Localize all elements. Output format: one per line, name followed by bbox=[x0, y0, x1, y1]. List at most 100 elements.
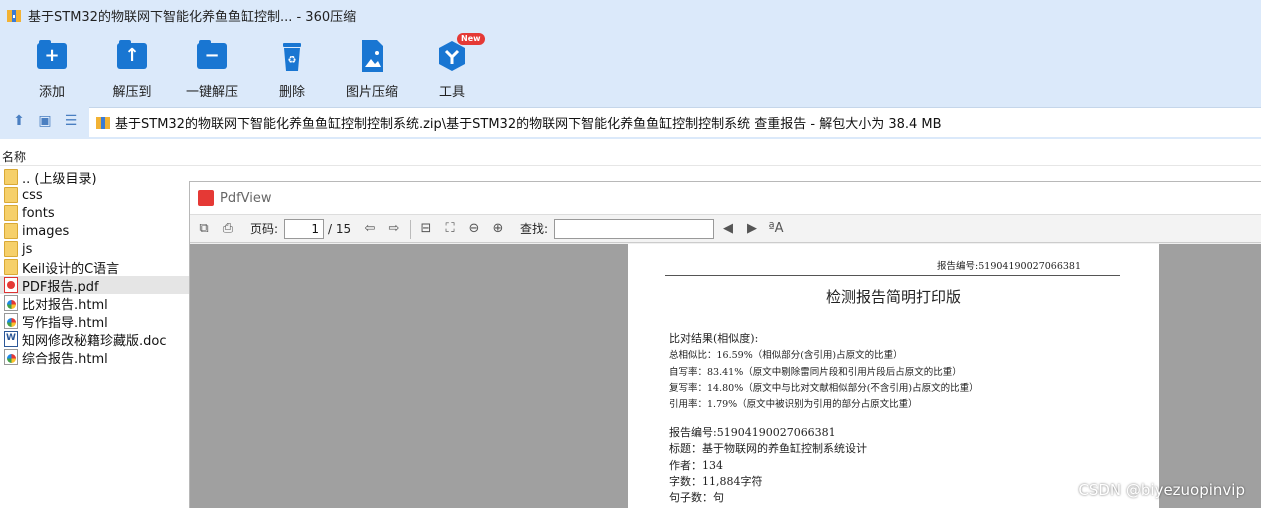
file-name: 比对报告.html bbox=[22, 297, 108, 313]
title-bar: 基于STM32的物联网下智能化养鱼鱼缸控制... - 360压缩 bbox=[0, 0, 1261, 31]
list-item-keil[interactable]: Keil设计的C语言 bbox=[0, 258, 190, 277]
pdf-document-area[interactable]: 报告编号:51904190027066381 检测报告简明打印版 比对结果(相似… bbox=[190, 244, 1261, 508]
file-name: 知网修改秘籍珍藏版.doc bbox=[22, 333, 167, 349]
fit-width-icon[interactable]: ⊟ bbox=[418, 221, 434, 237]
file-name: Keil设计的C语言 bbox=[22, 261, 120, 277]
toolbar-divider bbox=[410, 220, 411, 239]
zoom-out-icon[interactable]: ⊖ bbox=[466, 221, 482, 237]
file-name: js bbox=[22, 241, 33, 257]
total-pages: / 15 bbox=[328, 222, 352, 236]
one-click-extract-label: 一键解压 bbox=[185, 85, 238, 100]
html-file-icon bbox=[4, 349, 18, 365]
document-title: 检测报告简明打印版 bbox=[825, 288, 961, 306]
name-column-label: 名称 bbox=[2, 150, 27, 164]
folder-icon bbox=[4, 205, 18, 221]
file-name: PDF报告.pdf bbox=[22, 279, 99, 295]
header-divider bbox=[665, 275, 1120, 276]
file-name: 写作指导.html bbox=[22, 315, 108, 331]
doc-line: 报告编号:51904190027066381 bbox=[669, 426, 836, 439]
doc-line: 标题：基于物联网的养鱼缸控制系统设计 bbox=[669, 442, 867, 455]
print-icon[interactable]: ⎙ bbox=[220, 221, 236, 237]
window-title: 基于STM32的物联网下智能化养鱼鱼缸控制... - 360压缩 bbox=[28, 10, 357, 25]
zip-file-icon bbox=[95, 115, 111, 131]
find-label: 查找: bbox=[520, 222, 549, 236]
next-page-icon[interactable]: ⇨ bbox=[386, 221, 402, 237]
address-path: 基于STM32的物联网下智能化养鱼鱼缸控制控制系统.zip\基于STM32的物联… bbox=[115, 117, 942, 132]
list-item-compare-report[interactable]: 比对报告.html bbox=[0, 294, 190, 313]
list-item-doc[interactable]: 知网修改秘籍珍藏版.doc bbox=[0, 330, 190, 349]
tools-button[interactable]: New 工具 bbox=[412, 33, 492, 100]
list-item-parent[interactable]: .. (上级目录) bbox=[0, 168, 190, 187]
folder-icon bbox=[4, 169, 18, 185]
address-bar[interactable]: 基于STM32的物联网下智能化养鱼鱼缸控制控制系统.zip\基于STM32的物联… bbox=[89, 107, 1261, 137]
zip-app-icon bbox=[6, 8, 22, 24]
one-click-extract-icon: − bbox=[195, 39, 229, 73]
main-toolbar: + 添加 ↑ 解压到 − 一键解压 ♻ 删除 图片压缩 New 工具 bbox=[0, 31, 1261, 103]
file-name: 综合报告.html bbox=[22, 351, 108, 367]
list-item-css[interactable]: css bbox=[0, 186, 190, 204]
pdf-viewer-title-bar: PdfView bbox=[190, 182, 1261, 214]
file-name: fonts bbox=[22, 205, 55, 221]
image-compress-button[interactable]: 图片压缩 bbox=[332, 39, 412, 100]
tools-label: 工具 bbox=[438, 85, 465, 100]
list-item-summary-report[interactable]: 综合报告.html bbox=[0, 348, 190, 367]
delete-button[interactable]: ♻ 删除 bbox=[252, 39, 332, 100]
pdf-viewer-window: PdfView ⧉ ⎙ 页码: 1 / 15 ⇦ ⇨ ⊟ ⛶ ⊖ ⊕ 查找: ◀… bbox=[189, 181, 1261, 508]
pdf-viewer-title: PdfView bbox=[220, 190, 272, 206]
watermark: CSDN @biyezuopinvip bbox=[1078, 481, 1245, 499]
folder-icon bbox=[4, 223, 18, 239]
list-item-images[interactable]: images bbox=[0, 222, 190, 240]
list-item-writing-guide[interactable]: 写作指导.html bbox=[0, 312, 190, 331]
word-file-icon bbox=[4, 331, 18, 347]
list-item-fonts[interactable]: fonts bbox=[0, 204, 190, 222]
find-next-icon[interactable]: ▶ bbox=[744, 221, 760, 237]
find-input[interactable] bbox=[554, 219, 714, 239]
folder-icon bbox=[4, 241, 18, 257]
delete-icon: ♻ bbox=[275, 39, 309, 73]
pdf-file-icon bbox=[4, 277, 18, 293]
pdf-page: 报告编号:51904190027066381 检测报告简明打印版 比对结果(相似… bbox=[628, 244, 1159, 508]
report-number-header: 报告编号:51904190027066381 bbox=[937, 261, 1081, 272]
find-previous-icon[interactable]: ◀ bbox=[720, 221, 736, 237]
tools-icon: New bbox=[435, 33, 485, 73]
page-number-input[interactable]: 1 bbox=[284, 219, 324, 239]
extract-to-button[interactable]: ↑ 解压到 bbox=[92, 39, 172, 100]
doc-line: 复写率：14.80%（原文中与比对文献相似部分(不含引用)占原文的比重） bbox=[669, 383, 979, 394]
extract-to-icon: ↑ bbox=[115, 39, 149, 73]
folder-icon bbox=[4, 187, 18, 203]
image-compress-label: 图片压缩 bbox=[345, 85, 398, 100]
image-compress-icon bbox=[355, 39, 389, 73]
page-label: 页码: bbox=[250, 222, 279, 236]
delete-label: 删除 bbox=[278, 85, 305, 100]
thumbnail-view-icon[interactable]: ▣ bbox=[36, 112, 54, 130]
doc-line: 句子数：句 bbox=[669, 491, 724, 504]
column-header[interactable]: 名称 bbox=[0, 146, 1261, 166]
file-name: images bbox=[22, 223, 70, 239]
match-case-icon[interactable]: ªA bbox=[768, 221, 784, 237]
pdf-app-icon bbox=[198, 190, 214, 206]
folder-icon bbox=[4, 259, 18, 275]
copy-icon[interactable]: ⧉ bbox=[196, 221, 212, 237]
pdf-toolbar: ⧉ ⎙ 页码: 1 / 15 ⇦ ⇨ ⊟ ⛶ ⊖ ⊕ 查找: ◀ ▶ ªA bbox=[190, 214, 1261, 243]
extract-to-label: 解压到 bbox=[112, 85, 152, 100]
doc-line: 引用率：1.79%（原文中被识别为引用的部分占原文比重） bbox=[669, 399, 918, 410]
add-button[interactable]: + 添加 bbox=[12, 39, 92, 100]
zoom-in-icon[interactable]: ⊕ bbox=[490, 221, 506, 237]
doc-line: 总相似比：16.59%（相似部分(含引用)占原文的比重） bbox=[669, 350, 903, 361]
list-item-pdf-report[interactable]: PDF报告.pdf bbox=[0, 276, 190, 295]
file-list: .. (上级目录) css fonts images js Keil设计的C语言… bbox=[0, 168, 190, 508]
add-icon: + bbox=[35, 39, 69, 73]
doc-line: 自写率：83.41%（原文中剔除雷同片段和引用片段后占原文的比重） bbox=[669, 367, 962, 378]
list-item-js[interactable]: js bbox=[0, 240, 190, 258]
up-arrow-icon[interactable]: ⬆ bbox=[10, 112, 28, 130]
one-click-extract-button[interactable]: − 一键解压 bbox=[172, 39, 252, 100]
previous-page-icon[interactable]: ⇦ bbox=[362, 221, 378, 237]
doc-line: 比对结果(相似度): bbox=[669, 332, 759, 345]
list-view-icon[interactable]: ☰ bbox=[62, 112, 80, 130]
add-label: 添加 bbox=[38, 85, 65, 100]
html-file-icon bbox=[4, 313, 18, 329]
new-badge: New bbox=[457, 33, 485, 45]
fit-page-icon[interactable]: ⛶ bbox=[442, 221, 458, 237]
html-file-icon bbox=[4, 295, 18, 311]
svg-text:♻: ♻ bbox=[288, 55, 297, 66]
